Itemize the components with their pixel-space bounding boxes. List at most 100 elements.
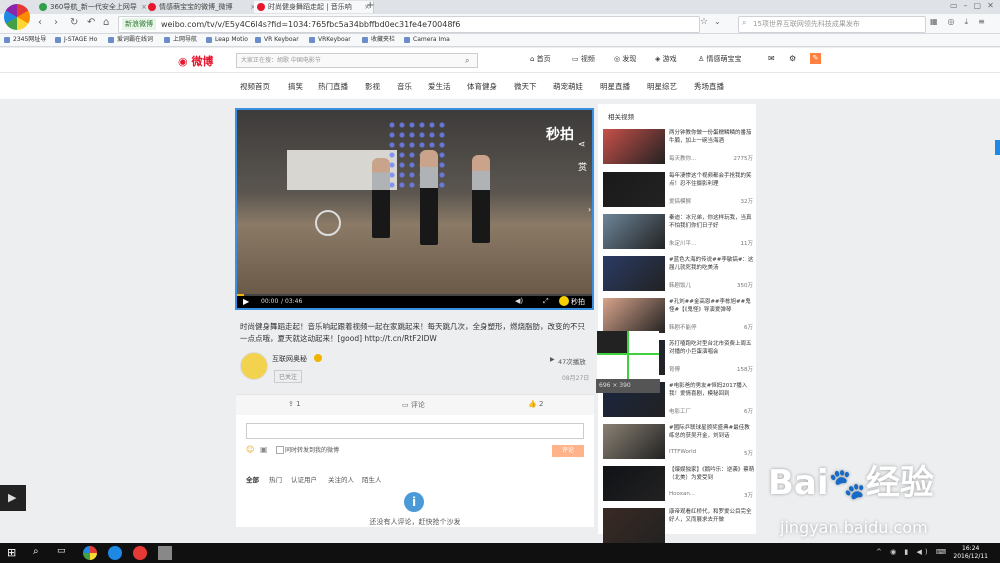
url-text[interactable]: weibo.com/tv/v/E5y4C6l4s?fid=1034:765fbc…: [161, 17, 460, 32]
category-item[interactable]: 明星综艺: [647, 81, 677, 92]
related-video-title[interactable]: 两分钟教你做一份蛋糯鳞鳞的番茄牛腩，加上一碗当海酒: [669, 129, 755, 153]
nav-video[interactable]: ▭ 视频: [572, 54, 595, 64]
category-item[interactable]: 音乐: [397, 81, 412, 92]
mail-icon[interactable]: ✉: [768, 54, 775, 63]
nav-game[interactable]: ◈ 游戏: [655, 54, 677, 64]
nav-user[interactable]: ♙ 情感萌宝宝: [698, 54, 742, 64]
browser-tab[interactable]: 情感萌宝宝的微博_微博 ×: [145, 1, 260, 13]
search-icon[interactable]: ⌕: [33, 546, 47, 560]
filter-following[interactable]: 关注的人: [328, 474, 354, 484]
reward-button[interactable]: 赏: [578, 160, 587, 173]
refresh-icon[interactable]: ↻: [70, 17, 78, 28]
category-item[interactable]: 体育健身: [467, 81, 497, 92]
related-video-author[interactable]: 朱定川平...: [669, 241, 696, 247]
comment-button[interactable]: ▭ 评论: [402, 400, 425, 410]
fullscreen-icon[interactable]: ⤢: [543, 297, 549, 306]
miaopai-label[interactable]: 秒拍: [571, 297, 585, 307]
related-video-title[interactable]: 【爆娱独家】《鹅吟乐：逆袭》蔡萌（北美）为爱受到: [669, 466, 755, 490]
related-video-author[interactable]: Hooxan...: [669, 491, 695, 497]
related-video-title[interactable]: #电影爸的男友#恒妈2017播入我！爱情喜剧，模秘回到: [669, 382, 755, 406]
bookmark-item[interactable]: Leap Motio: [206, 34, 248, 46]
play-icon[interactable]: ▶: [243, 297, 249, 306]
search-icon[interactable]: ⌕: [465, 54, 469, 67]
browser-tab[interactable]: 360导航_新一代安全上网导 ×: [36, 1, 151, 13]
sync-checkbox[interactable]: [276, 446, 284, 454]
video-thumbnail[interactable]: [603, 424, 665, 459]
follow-button[interactable]: 已关注: [274, 370, 303, 383]
nav-home[interactable]: ⌂ 首页: [530, 54, 551, 64]
related-video-author[interactable]: 韩剧饭儿: [669, 283, 691, 289]
video-progress-bar[interactable]: [237, 294, 592, 296]
bookmark-item[interactable]: 爱词霸在线词: [108, 34, 153, 46]
image-icon[interactable]: ▣: [260, 445, 268, 454]
windows-start-icon[interactable]: ⊞: [7, 546, 21, 560]
related-video-title[interactable]: 秦迪：冰兄弟，你这样玩我，当真不怕我们你们日子好: [669, 214, 755, 238]
share-icon[interactable]: ⋖: [578, 140, 586, 150]
filter-strangers[interactable]: 陌生人: [362, 474, 382, 484]
forward-icon[interactable]: ›: [54, 17, 58, 28]
floating-play-button[interactable]: ▶: [0, 485, 26, 511]
comment-submit-button[interactable]: 评论: [552, 445, 584, 457]
weibo-search-input[interactable]: 大家正在搜：胡歌 中国电影节 ⌕: [236, 53, 478, 68]
home-icon[interactable]: ⌂: [103, 17, 109, 28]
related-video-item[interactable]: 【爆娱独家】《鹅吟乐：逆袭》蔡萌（北美）为爱受到 Hooxan... 3万: [603, 466, 755, 502]
video-thumbnail[interactable]: [603, 172, 665, 207]
bookmark-item[interactable]: 2345网址导: [4, 34, 46, 46]
related-video-title[interactable]: #國际乒联球星颁奖盛典#最佳教练总的获吴开金，刘到话: [669, 424, 755, 448]
related-video-item[interactable]: 两分钟教你做一份蛋糯鳞鳞的番茄牛腩，加上一碗当海酒 每天教你... 2775万: [603, 129, 753, 165]
bookmark-item[interactable]: VRKeyboar: [309, 34, 351, 46]
video-thumbnail[interactable]: [603, 256, 665, 291]
related-video-item[interactable]: #國际乒联球星颁奖盛典#最佳教练总的获吴开金，刘到话 ITTFWorld 5万: [603, 424, 753, 460]
video-thumbnail[interactable]: [603, 214, 665, 249]
category-item[interactable]: 明星直播: [600, 81, 630, 92]
browser-search-input[interactable]: ⌕ 15项世界互联网领先科技成果发布: [738, 16, 926, 33]
related-video-title[interactable]: 每年凄惨这个视频都会手抢我的笑点！忍不住摄影利理: [669, 172, 755, 196]
category-item[interactable]: 爱生活: [428, 81, 451, 92]
related-video-author[interactable]: 韩剧不能停: [669, 325, 697, 331]
chevron-right-icon[interactable]: ›: [588, 205, 591, 214]
category-item[interactable]: 视频首页: [240, 81, 270, 92]
category-item[interactable]: 萌宠萌娃: [553, 81, 583, 92]
app-taskbar-icon[interactable]: [133, 546, 147, 560]
toolbar-extension-icons[interactable]: ▦◎⤓≡: [930, 17, 995, 27]
related-video-item[interactable]: 秦迪：冰兄弟，你这样玩我，当真不怕我们你们日子好 朱定川平... 11万: [603, 214, 753, 250]
category-item[interactable]: 微天下: [514, 81, 537, 92]
repost-button[interactable]: ⇪ 1: [288, 400, 301, 408]
address-bar[interactable]: 新浪微博 weibo.com/tv/v/E5y4C6l4s?fid=1034:7…: [118, 16, 700, 33]
undo-icon[interactable]: ↶: [87, 17, 95, 28]
filter-all[interactable]: 全部: [246, 474, 259, 484]
compose-icon[interactable]: ✎: [810, 53, 821, 64]
related-video-author[interactable]: 每天教你...: [669, 156, 696, 162]
category-item[interactable]: 秀场直播: [694, 81, 724, 92]
filter-hot[interactable]: 热门: [269, 474, 282, 484]
related-video-author[interactable]: 爱搞模猴: [669, 199, 691, 205]
star-icon[interactable]: ☆: [700, 17, 708, 27]
like-button[interactable]: 👍 2: [528, 400, 543, 408]
bookmark-item[interactable]: VR Keyboar: [255, 34, 299, 46]
category-item[interactable]: 搞笑: [288, 81, 303, 92]
bookmark-item[interactable]: 收藏夹栏: [362, 34, 395, 46]
author-name[interactable]: 互联网奥秘: [272, 354, 307, 364]
related-video-item[interactable]: 康帝观看红桥代，和罗爱公目完全好人，又而展求去开做: [603, 508, 753, 544]
related-video-item[interactable]: #蓝色大海的传说##李敏镐#：这届儿就死我的吃美汤 韩剧饭儿 350万: [603, 256, 753, 292]
related-video-title[interactable]: #孔刘##金高恩##李栋旭##鬼怪#【《鬼怪》导演爱弹琴: [669, 298, 755, 322]
video-thumbnail[interactable]: [603, 508, 665, 543]
bookmark-item[interactable]: J-STAGE Ho: [55, 34, 97, 46]
related-video-title[interactable]: #蓝色大海的传说##李敏镐#：这届儿就死我的吃美汤: [669, 256, 755, 280]
back-icon[interactable]: ‹: [38, 17, 42, 28]
avatar[interactable]: [240, 352, 268, 380]
chevron-down-icon[interactable]: ⌄: [714, 17, 721, 26]
media-player-icon[interactable]: [108, 546, 122, 560]
bookmark-item[interactable]: 上网导航: [164, 34, 197, 46]
system-tray-icons[interactable]: ^ ◉ ▮ ◀) ⌨: [876, 548, 949, 556]
related-video-title[interactable]: 康帝观看红桥代，和罗爱公目完全好人，又而展求去开做: [669, 508, 755, 532]
window-controls-icon[interactable]: ▭–▢✕: [950, 1, 1000, 10]
video-thumbnail[interactable]: [603, 466, 665, 501]
related-video-title[interactable]: 苏打嗑跑吃对型台北市资费上周五对播的小巨蛋演唱会: [669, 340, 755, 364]
video-thumbnail[interactable]: [603, 298, 665, 333]
related-video-author[interactable]: 电影工厂: [669, 409, 691, 415]
task-view-icon[interactable]: ▭: [57, 546, 71, 560]
category-item[interactable]: 影视: [365, 81, 380, 92]
new-tab-icon[interactable]: +: [366, 0, 374, 11]
bookmark-item[interactable]: Camera Ima: [404, 34, 450, 46]
